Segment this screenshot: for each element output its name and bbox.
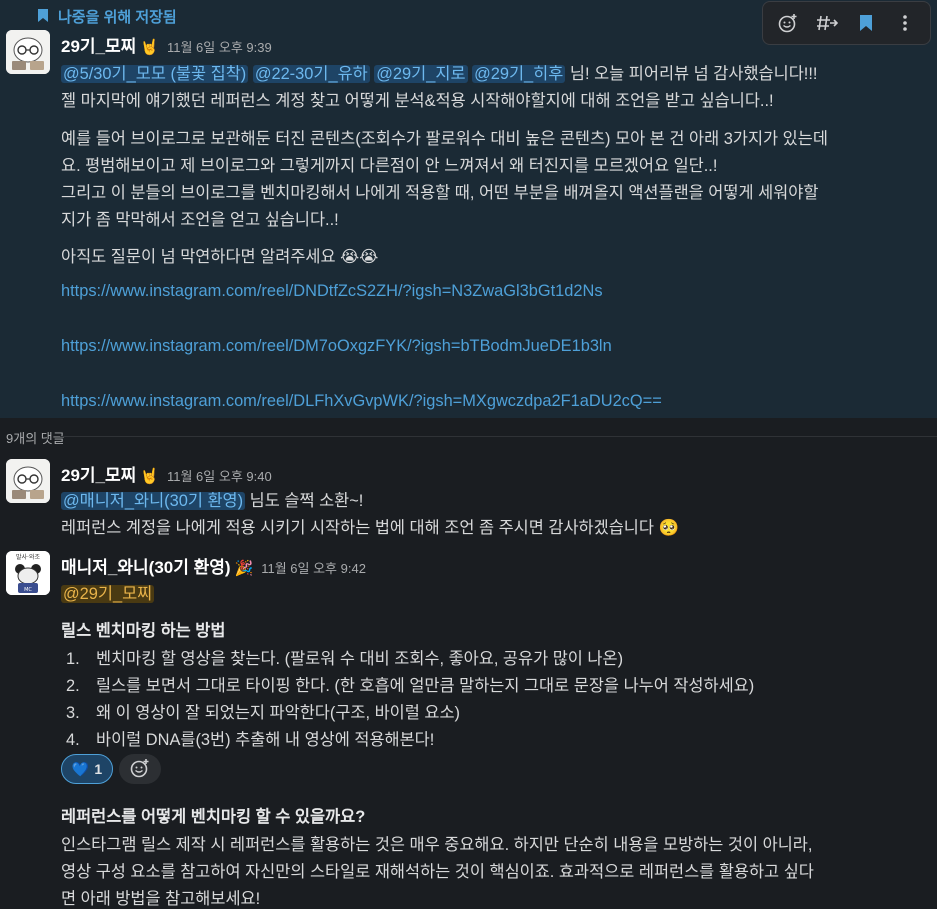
user-mention[interactable]: @22-30기_유하 — [252, 65, 370, 83]
user-mention[interactable]: @5/30기_모모 (불꽃 집착) — [61, 65, 249, 83]
reply-author[interactable]: 29기_모찌 🤘 11월 6일 오후 9:40 — [61, 461, 272, 486]
status-emoji: 🤘 — [140, 39, 159, 56]
author-name[interactable]: 매니저_와니(30기 환영) — [61, 558, 231, 577]
message-toolbar — [762, 1, 931, 45]
divider — [60, 436, 937, 437]
list-item: 3. 왜 이 영상이 잘 되었는지 파악한다(구조, 바이럴 요소) — [66, 699, 460, 723]
message-text: 젤 마지막에 얘기했던 레퍼런스 계정 찾고 어떻게 분석&적용 시작해야할지에… — [61, 92, 774, 110]
message-text: 면 아래 방법을 참고해보세요! — [61, 890, 261, 908]
list-text: 왜 이 영상이 잘 되었는지 파악한다(구조, 바이럴 요소) — [96, 704, 461, 722]
reaction-count: 1 — [94, 761, 103, 777]
reel-link[interactable]: https://www.instagram.com/reel/DM7oOxgzF… — [61, 337, 612, 356]
avatar[interactable] — [6, 459, 50, 503]
post-line-1: @5/30기_모모 (불꽃 집착) @22-30기_유하 @29기_지로 @29… — [61, 60, 817, 84]
add-reaction-icon[interactable] — [773, 8, 803, 38]
message-text: 그리고 이 분들의 브이로그를 벤치마킹해서 나에게 적용할 때, 어떤 부분을… — [61, 184, 819, 202]
list-number: 2. — [66, 677, 80, 695]
message-text: 인스타그램 릴스 제작 시 레퍼런스를 활용하는 것은 매우 중요해요. 하지만… — [61, 836, 813, 854]
bookmark-icon[interactable] — [851, 8, 881, 38]
message-text: 지가 좀 막막해서 조언을 얻고 싶습니다..! — [61, 211, 339, 229]
timestamp[interactable]: 11월 6일 오후 9:40 — [167, 469, 272, 484]
message-text: 아직도 질문이 넘 막연하다면 알려주세요 😭😭 — [61, 248, 379, 266]
user-mention[interactable]: @29기_히후 — [472, 65, 566, 83]
list-text: 바이럴 DNA를(3번) 추출해 내 영상에 적용해본다! — [96, 731, 435, 749]
user-mention[interactable]: @매니저_와니(30기 환영) — [61, 492, 246, 510]
reel-link[interactable]: https://www.instagram.com/reel/DNDtfZcS2… — [61, 282, 603, 301]
message-text: 요. 평범해보이고 제 브이로그와 그렇게까지 다른점이 안 느껴져서 왜 터진… — [61, 157, 718, 175]
message-text: 님! 오늘 피어리뷰 넘 감사했습니다!!! — [569, 65, 818, 83]
status-emoji: 🤘 — [140, 468, 159, 485]
list-text: 벤치마킹 할 영상을 찾는다. (팔로워 수 대비 조회수, 좋아요, 공유가 … — [96, 650, 624, 668]
reply-line-1: @29기_모찌 — [61, 580, 155, 604]
message-text: 예를 들어 브이로그로 보관해둔 터진 콘텐츠(조회수가 팔로워수 대비 높은 … — [61, 130, 828, 148]
add-reaction-button[interactable] — [119, 754, 161, 784]
reaction-pill[interactable]: 💙 1 — [61, 754, 113, 784]
saved-banner: 나중을 위해 저장됨 — [38, 6, 177, 27]
list-number: 1. — [66, 650, 80, 668]
avatar[interactable] — [6, 30, 50, 74]
section-heading: 릴스 벤치마킹 하는 방법 — [61, 622, 226, 640]
reply-line-1: @매니저_와니(30기 환영) 님도 슬쩍 소환~! — [61, 487, 363, 511]
reply-author[interactable]: 매니저_와니(30기 환영) 🎉 11월 6일 오후 9:42 — [61, 553, 366, 578]
post-author[interactable]: 29기_모찌 🤘 11월 6일 오후 9:39 — [61, 32, 272, 57]
list-number: 4. — [66, 731, 80, 749]
author-name[interactable]: 29기_모찌 — [61, 37, 136, 56]
user-mention[interactable]: @29기_모찌 — [61, 585, 155, 603]
section-heading: 레퍼런스를 어떻게 벤치마킹 할 수 있을까요? — [61, 808, 366, 826]
message-text: 님도 슬쩍 소환~! — [249, 492, 364, 510]
status-emoji: 🎉 — [234, 560, 254, 577]
forward-thread-icon[interactable] — [812, 8, 842, 38]
list-item: 4. 바이럴 DNA를(3번) 추출해 내 영상에 적용해본다! — [66, 726, 434, 750]
list-text: 릴스를 보면서 그대로 타이핑 한다. (한 호흡에 얼만큼 말하는지 그대로 … — [96, 677, 755, 695]
list-number: 3. — [66, 704, 80, 722]
timestamp[interactable]: 11월 6일 오후 9:42 — [261, 561, 366, 576]
blue-heart-icon: 💙 — [71, 760, 90, 777]
user-mention[interactable]: @29기_지로 — [374, 65, 468, 83]
more-icon[interactable] — [890, 8, 920, 38]
list-item: 1. 벤치마킹 할 영상을 찾는다. (팔로워 수 대비 조회수, 좋아요, 공유… — [66, 645, 623, 669]
message-text: 영상 구성 요소를 참고하여 자신만의 스타일로 재해석하는 것이 핵심이죠. … — [61, 863, 814, 881]
add-reaction-icon — [130, 758, 150, 781]
avatar[interactable]: 말사·와조 MC — [6, 551, 50, 595]
reply-count-label: 9개의 댓글 — [6, 431, 65, 446]
list-item: 2. 릴스를 보면서 그대로 타이핑 한다. (한 호흡에 얼만큼 말하는지 그대… — [66, 672, 754, 696]
saved-banner-label: 나중을 위해 저장됨 — [58, 9, 177, 26]
message-text: 레퍼런스 계정을 나에게 적용 시키기 시작하는 법에 대해 조언 좀 주시면 … — [61, 519, 679, 537]
svg-text:말사·와조: 말사·와조 — [16, 553, 40, 561]
author-name[interactable]: 29기_모찌 — [61, 466, 136, 485]
timestamp[interactable]: 11월 6일 오후 9:39 — [167, 40, 272, 55]
svg-text:MC: MC — [24, 587, 32, 593]
bookmark-icon — [38, 8, 48, 25]
reel-link[interactable]: https://www.instagram.com/reel/DLFhXvGvp… — [61, 392, 662, 411]
